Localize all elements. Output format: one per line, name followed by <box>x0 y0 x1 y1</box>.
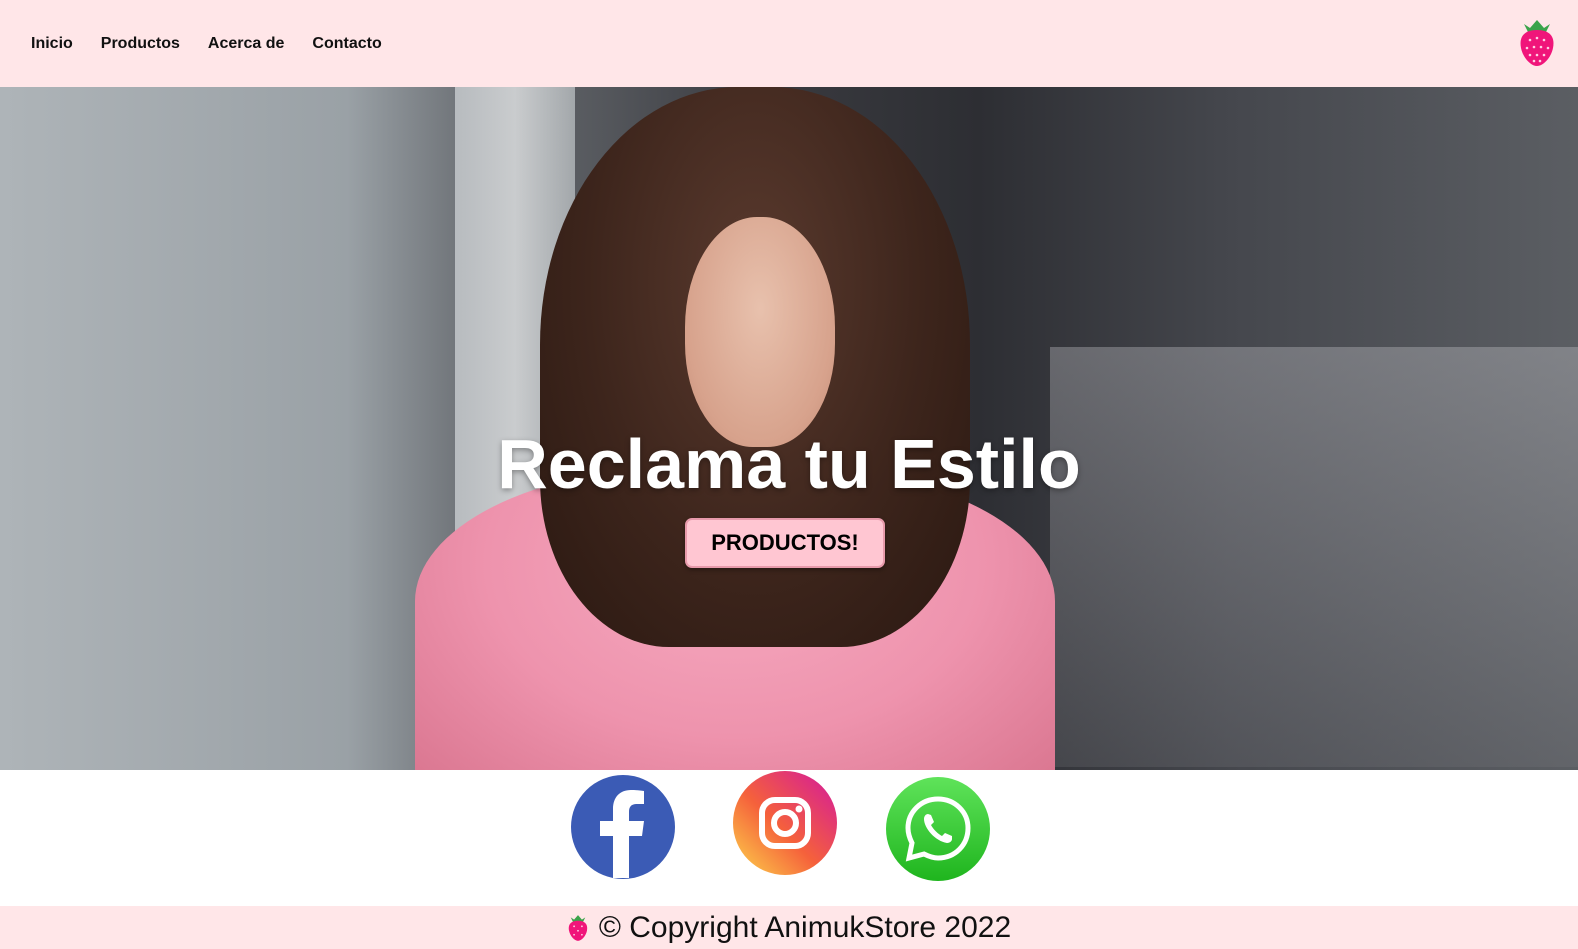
social-links <box>0 770 1578 906</box>
facebook-icon[interactable] <box>570 774 676 880</box>
instagram-icon[interactable] <box>732 770 838 876</box>
hero-banner: Reclama tu Estilo PRODUCTOS! <box>0 87 1578 770</box>
copyright-text: © Copyright AnimukStore 2022 <box>598 910 1012 944</box>
nav-item-contacto[interactable]: Contacto <box>312 35 381 53</box>
productos-button[interactable]: PRODUCTOS! <box>685 518 885 568</box>
hero-title: Reclama tu Estilo <box>497 424 1081 503</box>
whatsapp-icon[interactable] <box>885 776 991 882</box>
nav-menu: Inicio Productos Acerca de Contacto <box>31 0 410 87</box>
strawberry-icon[interactable] <box>1518 18 1556 68</box>
strawberry-icon <box>567 914 589 942</box>
footer: © Copyright AnimukStore 2022 <box>0 906 1578 949</box>
nav-item-acerca-de[interactable]: Acerca de <box>208 35 285 53</box>
top-navbar: Inicio Productos Acerca de Contacto <box>0 0 1578 87</box>
nav-item-inicio[interactable]: Inicio <box>31 35 73 53</box>
nav-item-productos[interactable]: Productos <box>101 35 180 53</box>
